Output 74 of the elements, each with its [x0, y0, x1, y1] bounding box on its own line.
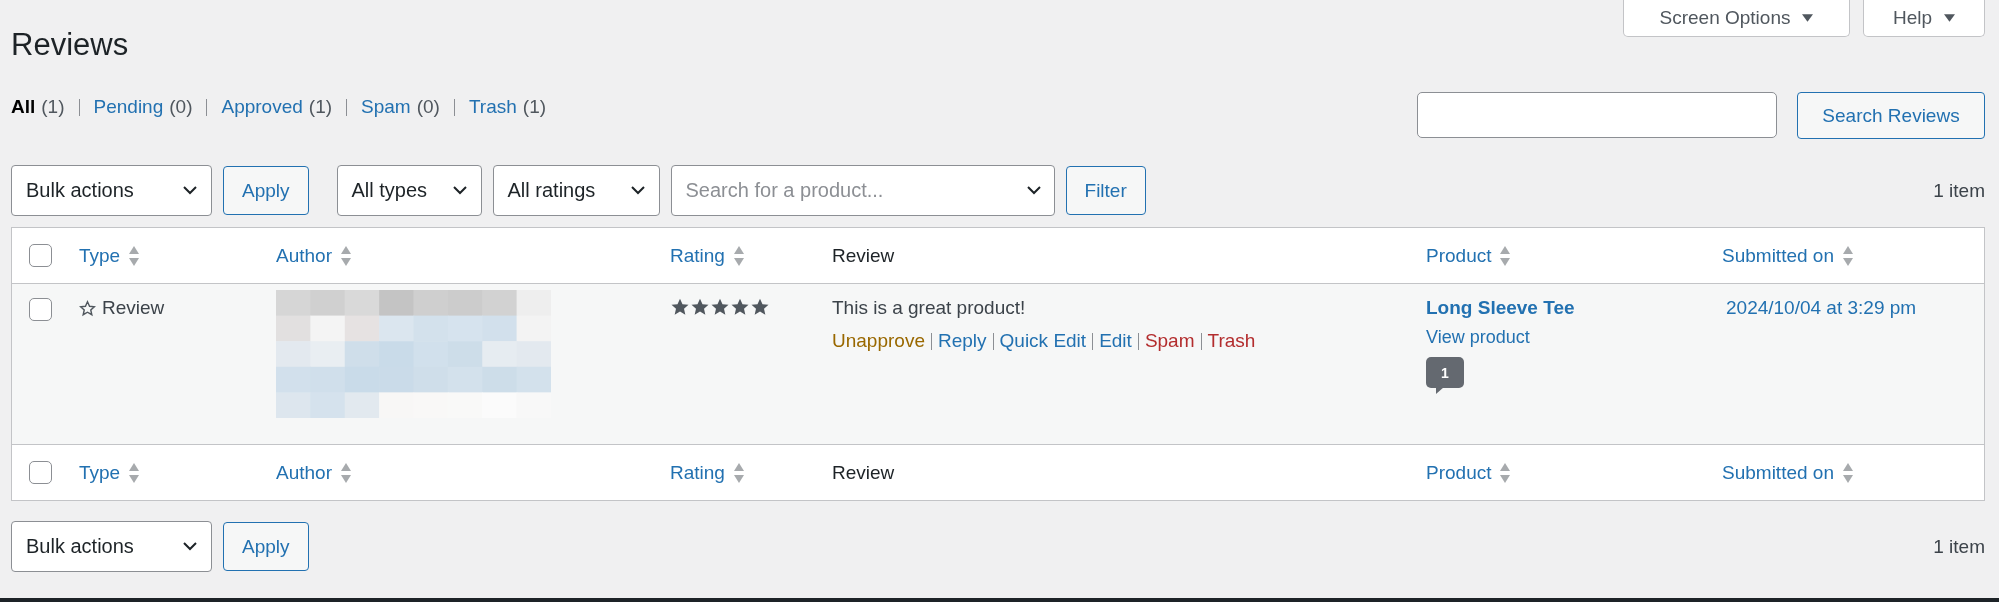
apply-button[interactable]: Apply	[223, 522, 309, 571]
column-header[interactable]: Submitted on	[1722, 243, 1854, 268]
review-text: This is a great product!	[832, 296, 1026, 320]
product-link[interactable]: Long Sleeve Tee	[1426, 295, 1575, 320]
row-action-link[interactable]: Edit	[1099, 329, 1132, 353]
column-header: Review	[832, 243, 895, 268]
star-icon	[750, 297, 770, 317]
sort-icon	[128, 461, 141, 484]
page-title: Reviews	[11, 26, 129, 64]
chevron-down-icon	[183, 542, 197, 551]
type-filter-dropdown[interactable]: All types	[336, 165, 482, 216]
header-tab-button[interactable]: Screen Options	[1623, 0, 1850, 37]
checkbox[interactable]	[29, 298, 52, 321]
row-action-link[interactable]: Reply	[937, 329, 987, 353]
column-header[interactable]: Submitted on	[1722, 460, 1854, 485]
status-filter-link[interactable]: Approved	[221, 95, 303, 119]
row-action-link[interactable]: Trash	[1207, 329, 1256, 353]
row-action-link[interactable]: Spam	[1144, 329, 1195, 353]
status-count: (0)	[169, 95, 193, 119]
triangle-down-icon	[1944, 14, 1956, 22]
column-header: Review	[832, 460, 895, 485]
column-header[interactable]: Type	[79, 243, 141, 268]
chevron-down-icon	[630, 186, 645, 195]
status-filter-link[interactable]: Trash	[468, 95, 517, 119]
status-count: (1)	[522, 95, 547, 119]
status-filter-link[interactable]: All	[11, 95, 36, 119]
chevron-down-icon	[452, 186, 467, 195]
bulk-actions-dropdown[interactable]: Bulk actions	[11, 521, 212, 572]
checkbox[interactable]	[29, 461, 52, 484]
filter-button[interactable]: Filter	[1065, 166, 1146, 215]
checkbox[interactable]	[29, 244, 52, 267]
chevron-down-icon	[1026, 186, 1041, 195]
star-icon	[670, 297, 690, 317]
sort-icon	[1841, 244, 1854, 267]
status-count: (1)	[308, 95, 333, 119]
sort-icon	[340, 461, 352, 484]
star-icon	[730, 297, 750, 317]
sort-icon	[1841, 461, 1854, 484]
search-field[interactable]	[1417, 92, 1777, 138]
apply-button[interactable]: Apply	[223, 166, 309, 215]
sort-icon	[732, 244, 745, 267]
column-header[interactable]: Product	[1426, 460, 1512, 485]
view-product-link[interactable]: View product	[1426, 326, 1530, 348]
item-count: 1 item	[1933, 535, 1985, 558]
review-type: Review	[102, 297, 165, 319]
star-outline-icon	[79, 299, 96, 317]
column-header[interactable]: Rating	[670, 243, 745, 268]
sort-icon	[1499, 244, 1512, 267]
triangle-down-icon	[1802, 14, 1814, 22]
status-count: (0)	[416, 95, 440, 119]
row-action-link[interactable]: Quick Edit	[999, 329, 1087, 353]
row-action-link[interactable]: Unapprove	[832, 329, 925, 353]
column-header[interactable]: Type	[79, 460, 141, 485]
status-count: (1)	[41, 95, 65, 119]
sort-icon	[128, 244, 141, 267]
header-tab-button[interactable]: Help	[1863, 0, 1985, 37]
star-icon	[710, 297, 730, 317]
column-header[interactable]: Author	[276, 243, 352, 268]
column-header[interactable]: Author	[276, 460, 352, 485]
sort-icon	[732, 461, 745, 484]
sort-icon	[1499, 461, 1512, 484]
status-filter-link[interactable]: Spam	[361, 95, 411, 119]
search-button[interactable]: Search Reviews	[1797, 92, 1985, 139]
status-filter-link[interactable]: Pending	[93, 95, 164, 119]
column-header[interactable]: Product	[1426, 243, 1512, 268]
chevron-down-icon	[183, 186, 197, 195]
rating-filter-dropdown[interactable]: All ratings	[492, 165, 660, 216]
submitted-date-link[interactable]: 2024/10/04 at 3:29 pm	[1726, 295, 1917, 320]
star-icon	[690, 297, 710, 317]
item-count: 1 item	[1933, 179, 1985, 202]
column-header[interactable]: Rating	[670, 460, 745, 485]
sort-icon	[340, 244, 352, 267]
bulk-actions-dropdown[interactable]: Bulk actions	[11, 165, 212, 216]
product-search-field[interactable]: Search for a product...	[670, 165, 1055, 216]
